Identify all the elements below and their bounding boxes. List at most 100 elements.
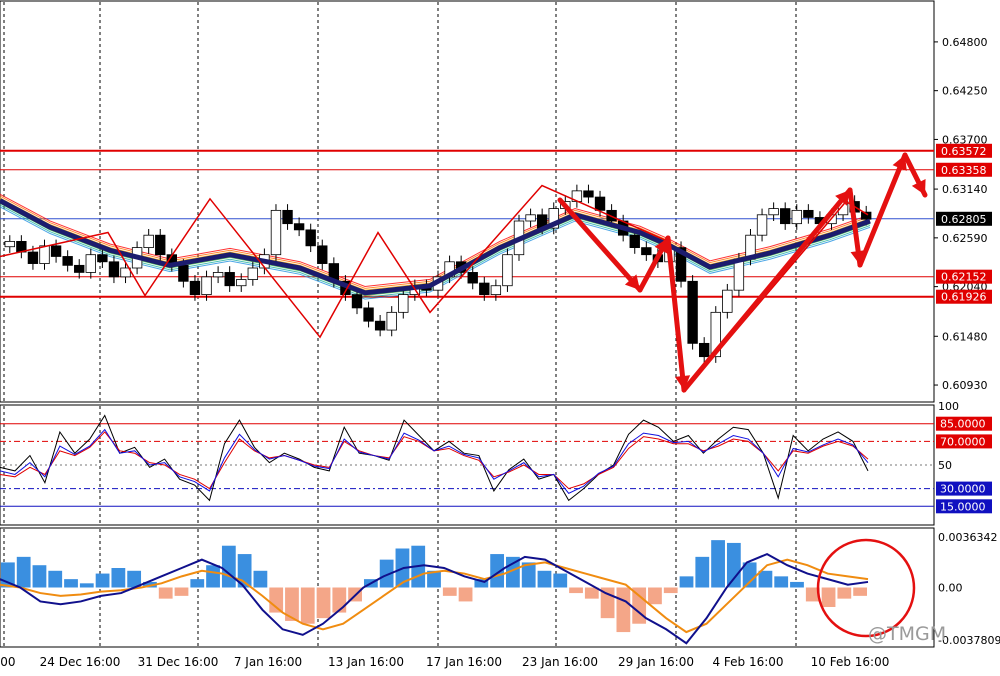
candle-body: [733, 258, 745, 291]
macd-histogram-bar: [79, 583, 94, 588]
current-price-label: 0.62805: [941, 213, 987, 226]
candle-body: [502, 254, 513, 287]
candle-body: [768, 208, 779, 216]
x-tick-label: 31 Dec 16:00: [138, 655, 219, 669]
macd-tick-label: 0.00: [938, 582, 963, 595]
macd-tick-label: -0.0037809: [938, 634, 1000, 647]
candle-body: [363, 307, 374, 322]
watermark-text: @TMGM: [868, 623, 946, 645]
macd-histogram-bar: [616, 587, 631, 633]
candle-body: [236, 279, 247, 287]
candle-body: [398, 294, 409, 313]
macd-histogram-bar: [790, 581, 804, 588]
macd-histogram-bar: [442, 587, 457, 596]
candle-body: [270, 209, 282, 256]
candle-body: [641, 247, 652, 256]
macd-histogram-bar: [253, 570, 268, 588]
oscillator-level-label: 85.0000: [940, 418, 986, 431]
oscillator-tick-label: 100: [938, 400, 959, 413]
macd-histogram-bar: [553, 573, 568, 588]
candle-body: [479, 282, 490, 296]
macd-histogram-bar: [221, 545, 236, 588]
macd-histogram-bar: [569, 587, 583, 594]
x-tick-label: 29 Jan 16:00: [618, 655, 694, 669]
candle-body: [351, 294, 363, 309]
x-tick-label: 17 Jan 16:00: [426, 655, 502, 669]
oscillator-tick-label: 50: [938, 459, 952, 472]
price-level-label: 0.62152: [941, 271, 987, 284]
x-tick-label: 4 Feb 16:00: [712, 655, 783, 669]
candle-body: [224, 272, 235, 287]
price-tick-label: 0.62590: [942, 232, 988, 245]
macd-histogram-bar: [758, 570, 773, 588]
macd-histogram-bar: [332, 587, 347, 613]
candle-body: [699, 342, 710, 358]
candle-body: [97, 254, 108, 263]
candle-body: [62, 256, 73, 266]
macd-histogram-bar: [190, 579, 205, 588]
macd-histogram-bar: [300, 587, 315, 624]
oscillator-level-label: 70.0000: [940, 435, 986, 448]
candle-body: [780, 208, 791, 225]
x-tick-label: 23 Jan 16:00: [522, 655, 598, 669]
candle-body: [490, 285, 502, 296]
candle-body: [756, 214, 768, 236]
price-tick-label: 0.64250: [942, 85, 988, 98]
macd-histogram-bar: [837, 587, 852, 599]
price-level-label: 0.63572: [941, 145, 987, 158]
price-tick-label: 0.60930: [942, 379, 988, 392]
macd-histogram-bar: [269, 587, 284, 613]
candle-body: [467, 272, 478, 284]
macd-histogram-bar: [158, 587, 173, 599]
macd-tick-label: 0.0036342: [938, 531, 998, 544]
macd-histogram-bar: [48, 570, 63, 588]
candle-body: [594, 196, 606, 211]
candle-body: [85, 254, 96, 273]
candle-body: [74, 264, 85, 273]
candle-body: [4, 240, 15, 248]
macd-histogram-bar: [111, 568, 126, 588]
candle-body: [27, 251, 39, 264]
candle-body: [687, 280, 698, 344]
candle-body: [282, 209, 293, 225]
macd-histogram-bar: [853, 587, 867, 596]
candle-body: [143, 234, 154, 249]
macd-histogram-bar: [458, 587, 473, 602]
price-level-label: 0.63358: [941, 164, 987, 177]
candle-body: [803, 209, 814, 218]
price-level-label: 0.61926: [941, 291, 987, 304]
x-tick-label: 24 Dec 16:00: [40, 655, 121, 669]
oscillator-level-label: 30.0000: [940, 483, 986, 496]
candle-body: [305, 229, 316, 247]
price-tick-label: 0.61480: [942, 330, 988, 343]
candle-body: [212, 272, 224, 278]
x-tick-label: 5:00: [0, 655, 15, 669]
candle-body: [525, 214, 536, 222]
macd-histogram-bar: [648, 587, 662, 605]
macd-histogram-bar: [679, 576, 694, 588]
price-tick-label: 0.64800: [942, 36, 988, 49]
macd-histogram-bar: [726, 542, 741, 588]
macd-histogram-bar: [32, 565, 47, 588]
x-tick-label: 7 Jan 16:00: [234, 655, 302, 669]
x-tick-label: 10 Feb 16:00: [811, 655, 890, 669]
candle-body: [155, 234, 166, 256]
candle-body: [386, 311, 397, 331]
macd-histogram-bar: [174, 587, 189, 596]
macd-histogram-bar: [711, 540, 725, 588]
oscillator-level-label: 15.0000: [940, 500, 986, 513]
macd-histogram-bar: [95, 573, 110, 588]
macd-histogram-bar: [206, 565, 220, 588]
macd-histogram-bar: [16, 556, 31, 588]
candle-body: [374, 320, 386, 331]
candle-body: [317, 245, 328, 264]
macd-histogram-bar: [64, 579, 78, 588]
candle-body: [108, 261, 120, 278]
candle-body: [583, 190, 594, 198]
candle-body: [247, 267, 259, 280]
price-tick-label: 0.63140: [942, 183, 988, 196]
trading-chart[interactable]: 5:00 24 Dec 16:00 31 Dec 16:00 7 Jan 16:00 1…: [0, 0, 1000, 672]
candle-body: [39, 245, 50, 264]
macd-histogram-bar: [695, 556, 710, 588]
chart-canvas[interactable]: 5:00 24 Dec 16:00 31 Dec 16:00 7 Jan 16:00 1…: [0, 0, 1000, 672]
